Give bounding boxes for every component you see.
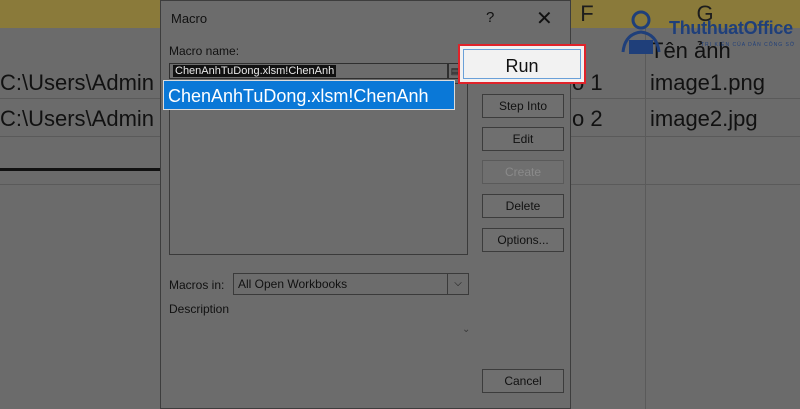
gridline [645, 28, 646, 409]
column-header-f[interactable]: F [572, 0, 602, 28]
cell-a3[interactable]: C:\Users\Admin [0, 106, 154, 132]
macros-in-select[interactable]: All Open Workbooks ⌵ [233, 273, 469, 295]
help-button[interactable]: ? [486, 9, 494, 26]
run-button[interactable]: Run [458, 44, 586, 84]
macros-in-value: All Open Workbooks [238, 277, 348, 291]
run-button-label: Run [463, 49, 581, 79]
cell-f3[interactable]: o 2 [572, 106, 603, 132]
person-laptop-icon [621, 10, 661, 54]
description-area [169, 315, 468, 399]
description-label: Description [169, 302, 230, 316]
chevron-down-icon[interactable]: ⌵ [447, 274, 468, 294]
logo-tagline: TRI KIỂN CỦA DÂN CÔNG SỞ [701, 42, 796, 48]
macro-dialog: Macro ? ✕ Macro name: ChenAnhTuDong.xlsm… [160, 0, 586, 409]
options-button[interactable]: Options... [482, 228, 564, 252]
cell-a2[interactable]: C:\Users\Admin [0, 70, 154, 96]
close-button[interactable]: ✕ [536, 6, 553, 31]
cell-g2[interactable]: image1.png [650, 70, 765, 96]
macro-name-input[interactable]: ChenAnhTuDong.xlsm!ChenAnh [169, 63, 448, 79]
list-item-label: ChenAnhTuDong.xlsm!ChenAnh [168, 86, 429, 106]
step-into-button[interactable]: Step Into [482, 94, 564, 118]
dialog-titlebar[interactable]: Macro ? ✕ [161, 1, 570, 39]
macro-name-label: Macro name: [169, 44, 240, 58]
cancel-button[interactable]: Cancel [482, 369, 564, 393]
logo-text: ThuthuatOffice [669, 18, 793, 38]
macro-name-value: ChenAnhTuDong.xlsm!ChenAnh [173, 65, 337, 77]
cell-g3[interactable]: image2.jpg [650, 106, 758, 132]
thuthuatoffice-logo: ThuthuatOffice TRI KIỂN CỦA DÂN CÔNG SỞ [615, 4, 800, 64]
create-button[interactable]: Create [482, 160, 564, 184]
macros-in-label: Macros in: [169, 278, 225, 292]
dialog-title: Macro [171, 11, 208, 26]
edit-button[interactable]: Edit [482, 127, 564, 151]
delete-button[interactable]: Delete [482, 194, 564, 218]
cell-border [0, 168, 160, 171]
list-item[interactable]: ChenAnhTuDong.xlsm!ChenAnh [163, 80, 455, 110]
